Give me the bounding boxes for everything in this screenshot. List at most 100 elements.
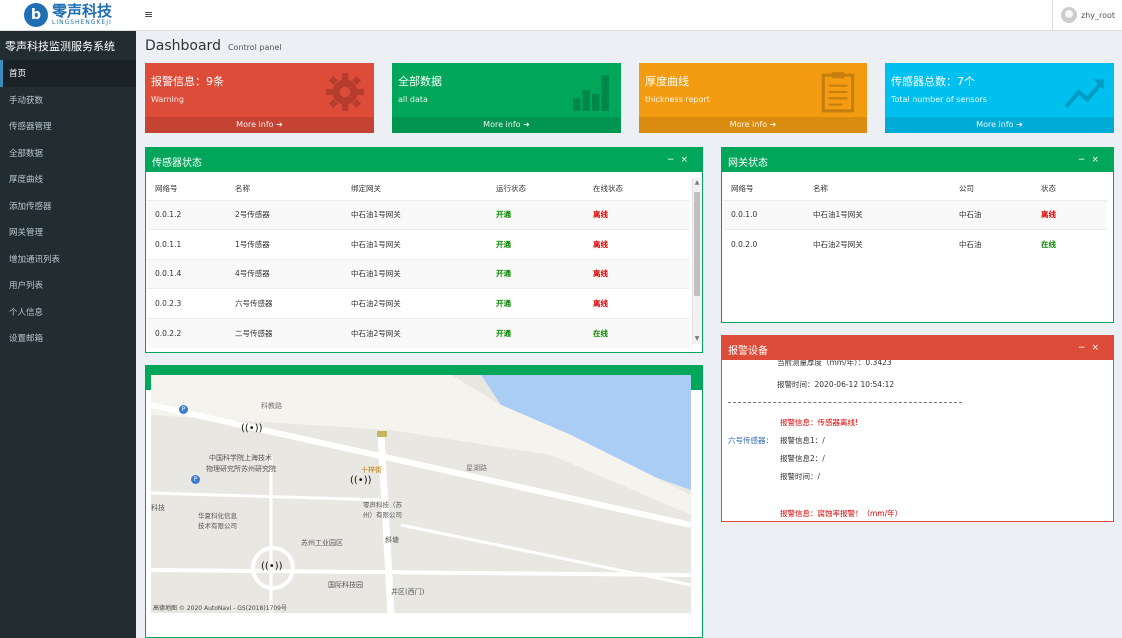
sidebar-item-profile[interactable]: 个人信息 [0,299,136,326]
cell-online-status: 离线 [584,199,690,230]
column-header: 网络号 [155,184,178,194]
close-icon[interactable]: × [1091,343,1105,353]
cell-run-status: 开通 [487,258,584,289]
column-header: 在线状态 [593,184,623,194]
sidebar-item-set-email[interactable]: 设置邮箱 [0,325,136,352]
sidebar-item-add-sensor[interactable]: 添加传感器 [0,193,136,220]
sidebar-item-add-contact-list[interactable]: 增加通讯列表 [0,246,136,273]
table-row[interactable]: 0.0.1.0 中石油1号网关 中石油 离线 [722,199,1107,230]
column-header: 网络号 [731,184,754,194]
sidebar-item-user-list[interactable]: 用户列表 [0,272,136,299]
scroll-up-icon[interactable]: ▲ [693,178,701,188]
more-info-label: More info [483,120,521,129]
map-label: 十梓街 [361,466,382,474]
column-header: 公司 [959,184,974,194]
more-info-link[interactable]: More info ➔ [885,117,1114,133]
alarm-line: 当前测量厚度（mm/年）：0.3423 [777,360,892,367]
cell-net: 0.0.1.4 [146,258,226,289]
cell-online-status: 离线 [584,288,690,319]
info-box-subtitle: Warning [151,95,184,104]
cell-gateway: 中石油1号网关 [342,229,487,260]
info-box-subtitle: all data [398,95,428,104]
more-info-label: More info [976,120,1014,129]
user-name: zhy_root [1081,10,1116,20]
cell-status: 离线 [1032,199,1107,230]
column-header: 状态 [1041,184,1056,194]
alarm-device-name[interactable]: 六号传感器： [728,435,773,446]
cell-online-status: 离线 [584,258,690,289]
scrollbar-thumb[interactable] [694,192,700,296]
cell-run-status: 开通 [487,288,584,319]
alarm-devices-panel: 报警设备 −× 当前测量厚度（mm/年）：0.3423 报警时间：2020-06… [721,335,1114,522]
more-info-label: More info [236,120,274,129]
cell-online-status: 离线 [584,229,690,260]
map-label: 零声科技（苏 [363,501,402,509]
gateway-table: 网络号 名称 公司 状态 0.0.1.0 中石油1号网关 中石油 离线 0.0.… [722,178,1107,260]
table-row[interactable]: 0.0.1.1 1号传感器 中石油1号网关 开通 离线 [146,229,690,260]
more-info-link[interactable]: More info ➔ [392,117,621,133]
logo-icon: b [23,3,48,27]
sensor-marker-icon[interactable]: ((•)) [261,561,283,572]
table-header-row: 网络号 名称 公司 状态 [722,178,1107,200]
sidebar-item-manual-fetch[interactable]: 手动获数 [0,87,136,114]
cell-run-status: 开通 [487,199,584,230]
alarm-line: 报警信息：腐蚀率报警！（mm/年） [780,509,903,518]
cell-company: 中石油 [950,229,1032,260]
cell-online-status: 在线 [584,317,690,348]
map-label: 技术有限公司 [198,522,237,530]
cell-company: 中石油 [950,199,1032,230]
sidebar-item-home[interactable]: 首页 [0,60,136,87]
menu-toggle-icon[interactable]: ≡ [144,8,153,21]
cell-gateway: 中石油2号网关 [342,288,487,319]
scrollbar[interactable]: ▲ ▼ [692,178,701,344]
alarm-list[interactable]: 当前测量厚度（mm/年）：0.3423 报警时间：2020-06-12 10:5… [722,360,1113,521]
page-title: Dashboard [145,38,221,54]
table-row[interactable]: 0.0.2.0 中石油2号网关 中石油 在线 [722,229,1107,260]
arrow-right-circle-icon: ➔ [769,120,777,129]
sensor-marker-icon[interactable]: ((•)) [241,423,263,434]
divider [728,402,962,403]
map-view[interactable]: P P ((•)) ((•)) ((•)) 科教路 星湖路 中国科学院上海技术 … [151,375,691,613]
sidebar-item-thickness-curve[interactable]: 厚度曲线 [0,166,136,193]
sensor-marker-icon[interactable]: ((•)) [350,475,372,486]
table-row[interactable]: 0.0.1.4 4号传感器 中石油1号网关 开通 离线 [146,258,690,289]
user-menu[interactable]: zhy_root [1052,0,1122,30]
minimize-icon[interactable]: − [1078,155,1092,165]
sidebar: 零声科技监测服务系统 首页 手动获数 传感器管理 全部数据 厚度曲线 添加传感器… [0,31,136,638]
map-label: 科教路 [261,402,282,410]
table-row[interactable]: 0.0.1.2 2号传感器 中石油1号网关 开通 离线 [146,199,690,230]
map-label: 国际科技园 [328,581,363,589]
logo-subtext: LINGSHENGKEJI [51,19,112,26]
cell-name: 1号传感器 [226,229,342,260]
cell-net: 0.0.2.0 [722,229,804,260]
cell-gateway: 中石油1号网关 [342,199,487,230]
system-title: 零声科技监测服务系统 [0,31,136,60]
logo[interactable]: b 零声科技 LINGSHENGKEJI [0,0,136,31]
more-info-link[interactable]: More info ➔ [639,117,867,133]
table-header-row: 网络号 名称 绑定网关 运行状态 在线状态 [146,178,690,200]
sidebar-item-sensor-management[interactable]: 传感器管理 [0,113,136,140]
map-label: 星湖路 [466,464,487,472]
info-box-sensors: 传感器总数：7个 Total number of sensors More in… [885,63,1114,133]
sensor-table: 网络号 名称 绑定网关 运行状态 在线状态 0.0.1.2 2号传感器 中石油1… [146,178,690,348]
cell-net: 0.0.1.2 [146,199,226,230]
minimize-icon[interactable]: − [667,155,681,165]
close-icon[interactable]: × [680,155,694,165]
cell-gateway: 中石油1号网关 [342,258,487,289]
table-row[interactable]: 0.0.2.2 二号传感器 中石油2号网关 开通 在线 [146,317,690,348]
close-icon[interactable]: × [1091,155,1105,165]
panel-title: 网关状态 [728,157,768,169]
more-info-label: More info [729,120,768,129]
scroll-down-icon[interactable]: ▼ [693,334,701,344]
minimize-icon[interactable]: − [1078,343,1092,353]
cell-gateway: 中石油2号网关 [342,317,487,348]
cell-status: 在线 [1032,229,1107,260]
table-row[interactable]: 0.0.2.3 六号传感器 中石油2号网关 开通 离线 [146,288,690,319]
avatar [1061,7,1077,23]
cell-name: 2号传感器 [226,199,342,230]
sidebar-item-gateway-management[interactable]: 网关管理 [0,219,136,246]
info-box-subtitle: thickness report [645,95,710,104]
panel-header: 传感器状态 −× [146,150,702,172]
more-info-link[interactable]: More info ➔ [145,117,374,133]
sidebar-item-all-data[interactable]: 全部数据 [0,140,136,167]
